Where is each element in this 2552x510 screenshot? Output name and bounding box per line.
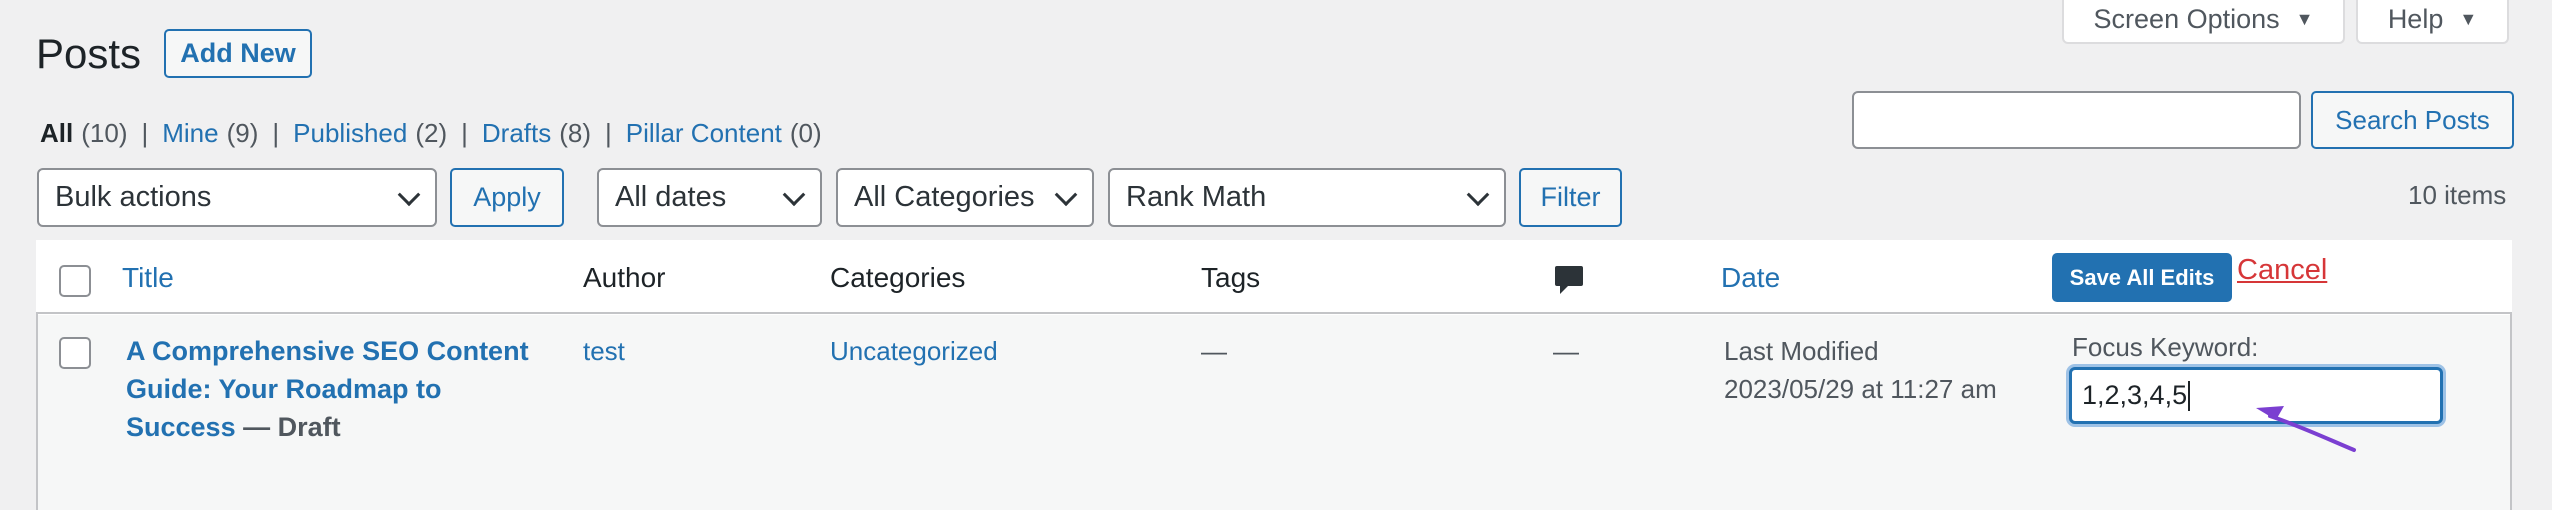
chevron-down-icon [397, 182, 421, 206]
screen-options-label: Screen Options [2093, 3, 2280, 34]
tags-value: — [1201, 336, 1227, 366]
separator: | [461, 118, 468, 148]
view-published-label: Published [293, 118, 408, 148]
chevron-down-icon [782, 182, 806, 206]
focus-keyword-label: Focus Keyword: [2072, 332, 2259, 362]
separator: | [141, 118, 149, 148]
post-title-cell: A Comprehensive SEO Content Guide: Your … [126, 332, 556, 446]
search-input[interactable] [1852, 91, 2301, 149]
screen-options-tab[interactable]: Screen Options ▼ [2062, 0, 2345, 44]
view-all-label: All [40, 118, 74, 148]
view-mine[interactable]: Mine (9) [162, 115, 258, 151]
save-all-edits-button[interactable]: Save All Edits [2052, 253, 2232, 302]
cancel-link[interactable]: Cancel [2237, 254, 2327, 287]
caret-down-icon: ▼ [2295, 8, 2314, 29]
select-all-checkbox[interactable] [59, 265, 91, 297]
view-pillar-content-label: Pillar Content [625, 118, 782, 148]
filter-button[interactable]: Filter [1519, 168, 1622, 227]
view-drafts[interactable]: Drafts (8) [482, 115, 591, 151]
author-link[interactable]: test [583, 332, 625, 370]
category-link[interactable]: Uncategorized [830, 332, 998, 370]
column-tags: Tags [1201, 262, 1261, 293]
dates-select[interactable]: All dates [597, 168, 822, 227]
add-new-button[interactable]: Add New [164, 29, 312, 78]
categories-value: All Categories [854, 181, 1035, 213]
rank-math-select[interactable]: Rank Math [1108, 168, 1506, 227]
view-mine-label: Mine [162, 118, 219, 148]
caret-down-icon: ▼ [2459, 8, 2478, 29]
post-state: — Draft [243, 412, 341, 442]
date-status: Last Modified [1724, 336, 1879, 366]
column-title[interactable]: Title [122, 262, 174, 294]
view-published[interactable]: Published (2) [293, 115, 447, 151]
post-status-filters: All (10) | Mine (9) | Published (2) | Dr… [40, 115, 822, 151]
column-categories: Categories [830, 262, 966, 293]
column-author: Author [583, 262, 666, 293]
bulk-actions-select[interactable]: Bulk actions [37, 168, 437, 227]
view-drafts-label: Drafts [481, 118, 552, 148]
view-all-count: (10) [81, 118, 128, 148]
column-date[interactable]: Date [1721, 262, 1780, 294]
dates-value: All dates [615, 181, 727, 213]
row-checkbox[interactable] [59, 337, 91, 369]
chevron-down-icon [1054, 182, 1078, 206]
comment-icon[interactable] [1554, 264, 1584, 301]
view-published-count: (2) [415, 118, 448, 148]
categories-select[interactable]: All Categories [836, 168, 1094, 227]
view-drafts-count: (8) [559, 118, 592, 148]
chevron-down-icon [1466, 182, 1490, 206]
help-tab[interactable]: Help ▼ [2356, 0, 2509, 44]
rank-math-value: Rank Math [1126, 181, 1267, 213]
date-value: 2023/05/29 at 11:27 am [1724, 374, 1997, 404]
text-cursor [2188, 380, 2191, 411]
separator: | [605, 118, 612, 148]
search-posts-button[interactable]: Search Posts [2311, 91, 2514, 149]
focus-keyword-value: 1,2,3,4,5 [2082, 380, 2188, 410]
view-pillar-content-count: (0) [789, 118, 822, 148]
apply-button[interactable]: Apply [450, 168, 564, 227]
view-pillar-content[interactable]: Pillar Content (0) [626, 115, 822, 151]
items-count: 10 items [2408, 180, 2507, 210]
annotation-arrow-icon [2256, 406, 2356, 452]
page-title: Posts [36, 30, 142, 77]
bulk-actions-value: Bulk actions [55, 181, 212, 213]
view-all[interactable]: All (10) [40, 115, 127, 151]
comments-value: — [1553, 336, 1579, 366]
help-label: Help [2387, 3, 2444, 34]
view-mine-count: (9) [226, 118, 259, 148]
separator: | [272, 118, 280, 148]
